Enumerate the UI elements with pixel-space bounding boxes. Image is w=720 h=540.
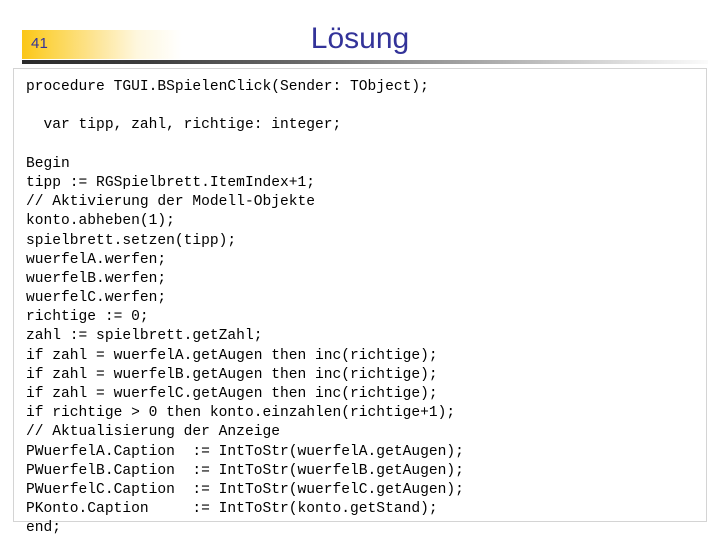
- header-divider: [22, 60, 708, 64]
- code-line: // Aktualisierung der Anzeige: [26, 424, 280, 441]
- code-line: richtige := 0;: [26, 309, 149, 326]
- code-listing: procedure TGUI.BSpielenClick(Sender: TOb…: [26, 78, 464, 539]
- code-line: konto.abheben(1);: [26, 213, 175, 230]
- code-line: end;: [26, 520, 62, 537]
- code-line: PKonto.Caption := IntToStr(konto.getStan…: [26, 501, 438, 518]
- code-line: wuerfelC.werfen;: [26, 290, 167, 307]
- code-line: if richtige > 0 then konto.einzahlen(ric…: [26, 405, 456, 422]
- code-line: // Aktivierung der Modell-Objekte: [26, 194, 316, 211]
- code-line: PWuerfelC.Caption := IntToStr(wuerfelC.g…: [26, 481, 464, 498]
- code-line: Begin: [26, 155, 70, 172]
- slide-header: 41 Lösung: [0, 0, 720, 66]
- code-line: zahl := spielbrett.getZahl;: [26, 328, 263, 345]
- code-content-box: procedure TGUI.BSpielenClick(Sender: TOb…: [13, 68, 707, 536]
- code-line: tipp := RGSpielbrett.ItemIndex+1;: [26, 174, 316, 191]
- code-line: wuerfelB.werfen;: [26, 270, 167, 287]
- code-line: if zahl = wuerfelA.getAugen then inc(ric…: [26, 347, 438, 364]
- code-line: if zahl = wuerfelB.getAugen then inc(ric…: [26, 366, 438, 383]
- code-line: PWuerfelA.Caption := IntToStr(wuerfelA.g…: [26, 443, 464, 460]
- code-line: PWuerfelB.Caption := IntToStr(wuerfelB.g…: [26, 462, 464, 479]
- code-line: spielbrett.setzen(tipp);: [26, 232, 237, 249]
- code-line: if zahl = wuerfelC.getAugen then inc(ric…: [26, 386, 438, 402]
- code-line: var tipp, zahl, richtige: integer;: [26, 117, 342, 134]
- code-line: wuerfelA.werfen;: [26, 251, 167, 268]
- page-title: Lösung: [310, 22, 410, 55]
- code-line: procedure TGUI.BSpielenClick(Sender: TOb…: [26, 79, 429, 95]
